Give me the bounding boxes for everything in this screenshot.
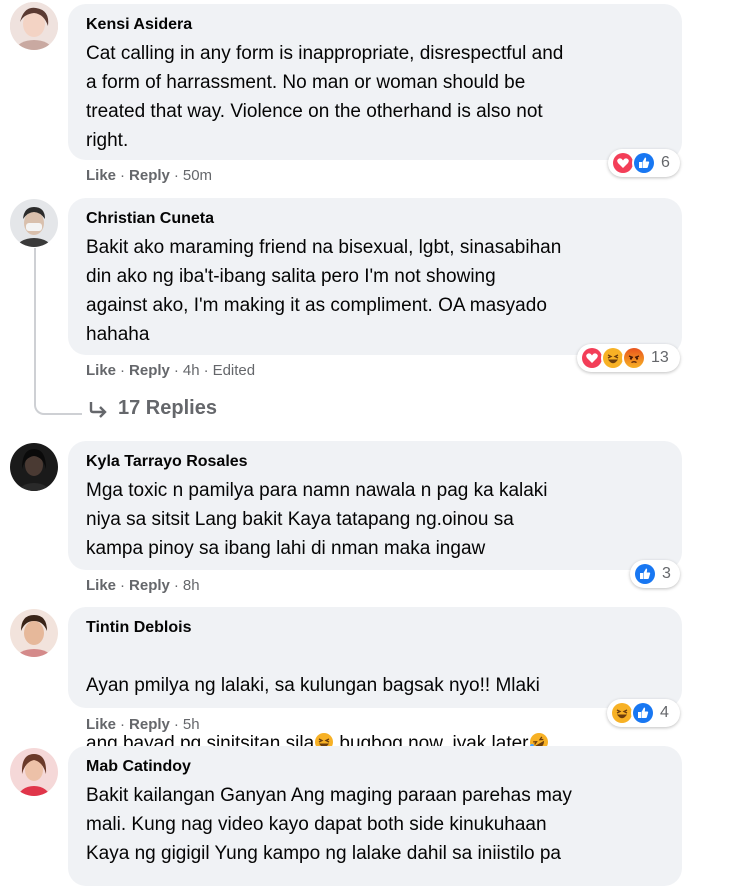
- thread-connector: [34, 248, 82, 415]
- reply-arrow-icon: [89, 401, 107, 418]
- comment-author[interactable]: Tintin Deblois: [86, 617, 668, 639]
- angry-icon: [622, 346, 646, 370]
- comment-text: Bakit kailangan Ganyan Ang maging paraan…: [86, 785, 572, 864]
- like-link[interactable]: Like: [86, 167, 116, 184]
- comment-actions: Like · Reply · 8h: [86, 576, 200, 596]
- separator: ·: [173, 167, 179, 184]
- like-icon: [632, 151, 656, 175]
- separator: ·: [173, 362, 179, 379]
- reaction-summary[interactable]: 3: [630, 560, 680, 588]
- reply-link[interactable]: Reply: [129, 716, 170, 733]
- view-replies-button[interactable]: 17 Replies: [88, 397, 217, 420]
- reaction-count: 6: [661, 154, 670, 171]
- avatar[interactable]: [10, 199, 58, 247]
- comment-author[interactable]: Christian Cuneta: [86, 208, 668, 230]
- avatar[interactable]: [10, 443, 58, 491]
- reply-link[interactable]: Reply: [129, 362, 170, 379]
- separator: ·: [120, 362, 126, 379]
- avatar[interactable]: [10, 2, 58, 50]
- separator: ·: [120, 577, 126, 594]
- like-icon: [631, 701, 655, 725]
- comment-bubble: Mab Catindoy Bakit kailangan Ganyan Ang …: [68, 746, 682, 886]
- reply-link[interactable]: Reply: [129, 167, 170, 184]
- comment-bubble: Kensi Asidera Cat calling in any form is…: [68, 4, 682, 160]
- reaction-count: 4: [660, 704, 669, 721]
- avatar[interactable]: [10, 609, 58, 657]
- like-icon: [633, 562, 657, 586]
- comment-text-line: Ayan pmilya ng lalaki, sa kulungan bagsa…: [86, 675, 540, 696]
- separator: ·: [173, 716, 179, 733]
- comment-text: Ayan pmilya ng lalaki, sa kulungan bagsa…: [86, 642, 668, 758]
- comment-text: Bakit ako maraming friend na bisexual, l…: [86, 237, 562, 345]
- reaction-count: 3: [662, 565, 671, 582]
- comment-actions: Like · Reply · 50m: [86, 166, 212, 186]
- comment-author[interactable]: Kensi Asidera: [86, 14, 668, 36]
- comment-actions: Like · Reply · 4h · Edited: [86, 361, 255, 381]
- comment-actions: Like · Reply · 5h: [86, 715, 200, 735]
- reaction-summary[interactable]: 4: [607, 699, 680, 727]
- reaction-count: 13: [651, 349, 669, 366]
- avatar[interactable]: [10, 748, 58, 796]
- reply-link[interactable]: Reply: [129, 577, 170, 594]
- comment-bubble: Kyla Tarrayo Rosales Mga toxic n pamilya…: [68, 441, 682, 570]
- reaction-summary[interactable]: 13: [577, 344, 680, 372]
- edited-label[interactable]: Edited: [213, 362, 256, 379]
- comment-bubble: Christian Cuneta Bakit ako maraming frie…: [68, 198, 682, 355]
- separator: ·: [203, 362, 209, 379]
- separator: ·: [120, 167, 126, 184]
- like-link[interactable]: Like: [86, 716, 116, 733]
- comment-author[interactable]: Kyla Tarrayo Rosales: [86, 451, 668, 473]
- replies-count-label: 17 Replies: [118, 397, 217, 419]
- comment-timestamp[interactable]: 5h: [183, 716, 200, 733]
- comment-timestamp[interactable]: 50m: [183, 167, 212, 184]
- separator: ·: [120, 716, 126, 733]
- comment-author[interactable]: Mab Catindoy: [86, 756, 668, 778]
- comment-text: Cat calling in any form is inappropriate…: [86, 43, 564, 151]
- comment-timestamp[interactable]: 4h: [183, 362, 200, 379]
- comment-bubble: Tintin Deblois Ayan pmilya ng lalaki, sa…: [68, 607, 682, 754]
- comment-timestamp[interactable]: 8h: [183, 577, 200, 594]
- comment-text: Mga toxic n pamilya para namn nawala n p…: [86, 480, 548, 559]
- separator: ·: [173, 577, 179, 594]
- like-link[interactable]: Like: [86, 577, 116, 594]
- reaction-summary[interactable]: 6: [608, 149, 680, 177]
- like-link[interactable]: Like: [86, 362, 116, 379]
